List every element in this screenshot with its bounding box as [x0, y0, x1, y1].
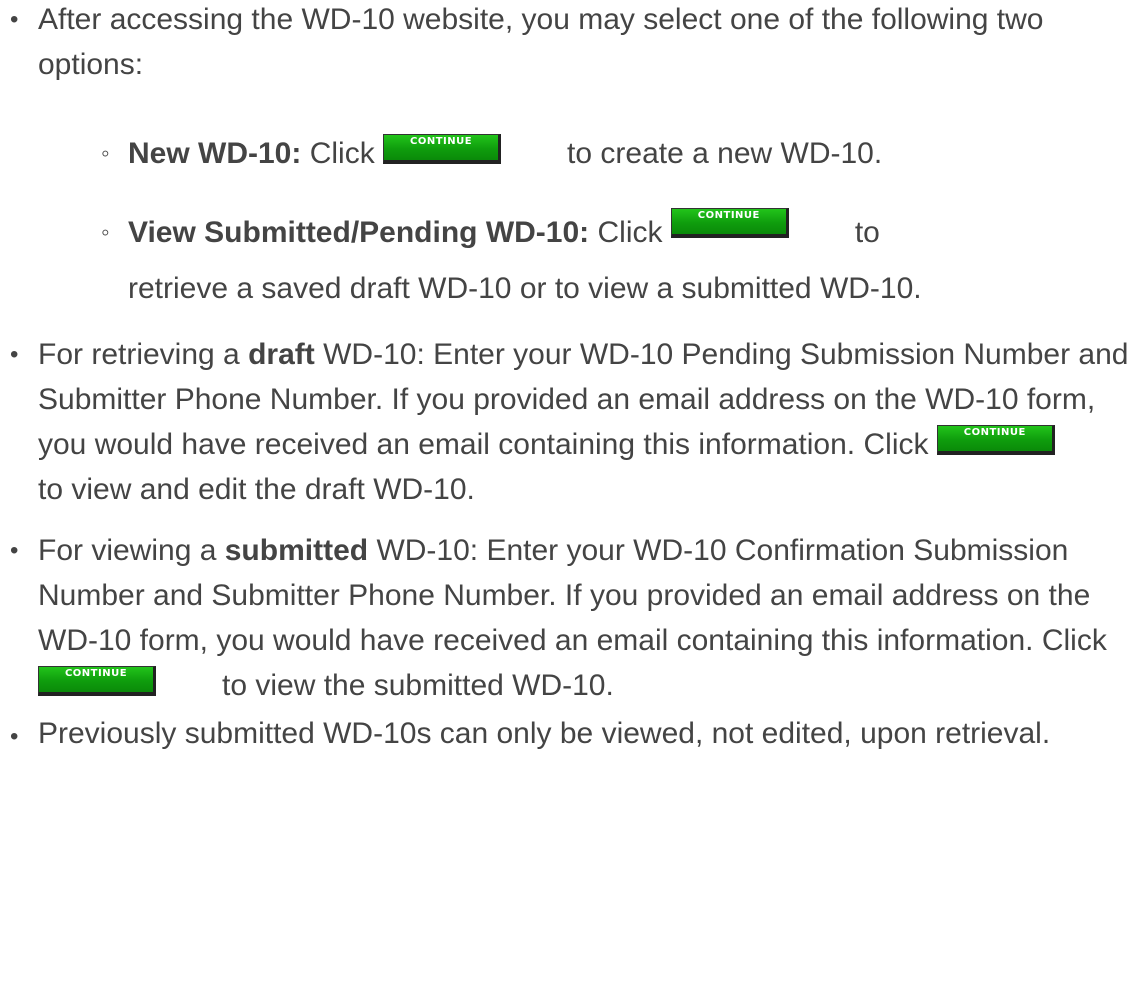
option-view-submitted-pending: View Submitted/Pending WD-10: Click CONT… — [38, 205, 1130, 317]
submitted-click: Click — [1041, 624, 1107, 657]
submitted-bold: submitted — [224, 534, 369, 567]
draft-bold: draft — [248, 338, 315, 371]
list-item-note: Previously submitted WD-10s can only be … — [0, 714, 1130, 759]
option-new-label: New WD-10: — [128, 137, 302, 170]
option-list: New WD-10: Click CONTINUE to create a new… — [38, 131, 1130, 317]
option-view-pre: Click — [597, 216, 663, 249]
list-item-intro: After accessing the WD-10 website, you m… — [0, 0, 1130, 317]
note-text: Previously submitted WD-10s can only be … — [38, 717, 1051, 750]
continue-button-draft[interactable]: CONTINUE — [936, 425, 1055, 455]
continue-button-view[interactable]: CONTINUE — [670, 208, 789, 238]
continue-button-submitted[interactable]: CONTINUE — [38, 666, 156, 696]
instruction-list: After accessing the WD-10 website, you m… — [0, 0, 1130, 759]
list-item-draft: For retrieving a draft WD-10: Enter your… — [0, 332, 1130, 512]
draft-post: to view and edit the draft WD-10. — [38, 473, 475, 506]
option-view-post-2: retrieve a saved draft WD-10 or to view … — [128, 272, 922, 305]
instructions: After accessing the WD-10 website, you m… — [0, 0, 1130, 759]
intro-text: After accessing the WD-10 website, you m… — [38, 3, 1044, 81]
draft-click: Click — [863, 428, 929, 461]
option-view-label: View Submitted/Pending WD-10: — [128, 216, 590, 249]
list-item-submitted: For viewing a submitted WD-10: Enter you… — [0, 528, 1130, 708]
option-new-post: to create a new WD-10. — [567, 137, 883, 170]
submitted-post: to view the submitted WD-10. — [222, 669, 614, 702]
continue-button-new[interactable]: CONTINUE — [383, 134, 502, 164]
option-view-post-1: to — [854, 216, 880, 249]
option-new-wd10: New WD-10: Click CONTINUE to create a new… — [38, 131, 1130, 176]
submitted-prefix: For viewing a — [38, 534, 217, 567]
draft-prefix: For retrieving a — [38, 338, 240, 371]
option-new-pre: Click — [309, 137, 375, 170]
